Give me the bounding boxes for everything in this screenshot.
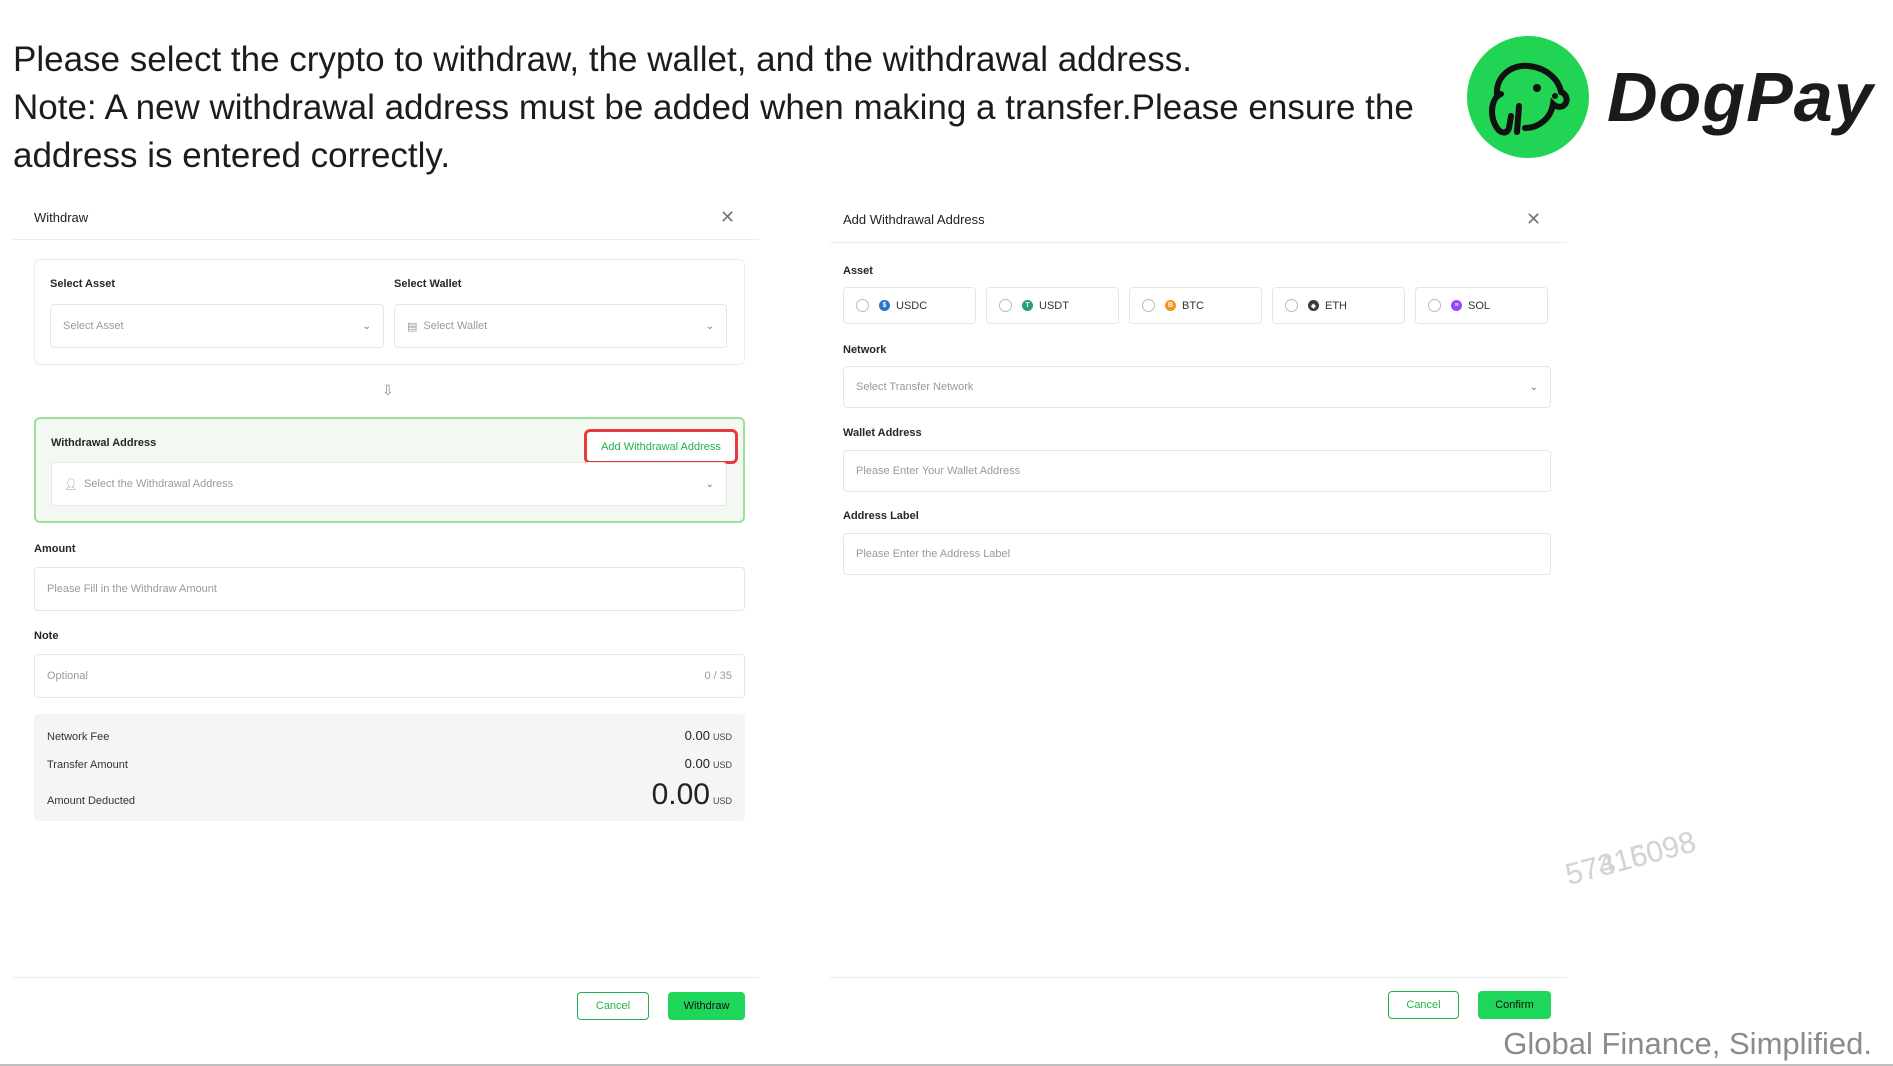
select-wallet-dropdown[interactable]: ▤ Select Wallet ⌄ [394, 304, 727, 348]
wallet-address-placeholder: Please Enter Your Wallet Address [856, 465, 1021, 477]
asset-option-usdc[interactable]: $ USDC [843, 287, 976, 324]
radio-icon [1428, 299, 1441, 312]
transfer-amount-label: Transfer Amount [47, 759, 128, 771]
divider [13, 977, 759, 978]
chevron-down-icon: ⌄ [1529, 381, 1538, 393]
network-fee-value: 0.00 [684, 728, 710, 743]
amount-deducted-unit: USD [712, 796, 732, 806]
radio-icon [856, 299, 869, 312]
select-asset-placeholder: Select Asset [63, 320, 124, 332]
amount-label: Amount [34, 543, 76, 555]
address-label-label: Address Label [843, 510, 919, 522]
tagline: Global Finance, Simplified. [1503, 1026, 1872, 1061]
brand-name: DogPay [1607, 58, 1874, 136]
withdrawal-address-placeholder: Select the Withdrawal Address [83, 478, 234, 490]
instructions-line-3: address is entered correctly. [13, 136, 451, 175]
watermark-text-b: 57416098 [1562, 825, 1700, 892]
select-asset-label: Select Asset [50, 278, 116, 290]
add-withdrawal-address-button[interactable]: Add Withdrawal Address [584, 429, 738, 464]
note-char-counter: 0 / 35 [704, 670, 732, 682]
network-placeholder: Select Transfer Network [856, 381, 974, 393]
network-fee-row: Network Fee 0.00 USD [47, 728, 732, 743]
usdc-coin-icon: $ [879, 300, 890, 311]
transfer-amount-unit: USD [712, 760, 732, 770]
network-fee-label: Network Fee [47, 731, 110, 743]
select-wallet-placeholder: Select Wallet [423, 320, 488, 332]
network-fee-unit: USD [712, 732, 732, 742]
transfer-amount-value: 0.00 [684, 756, 710, 771]
note-label: Note [34, 630, 59, 642]
amount-deducted-row: Amount Deducted 0.00 USD [47, 778, 732, 812]
wallet-address-input[interactable]: Please Enter Your Wallet Address [843, 450, 1551, 492]
asset-option-usdt[interactable]: T USDT [986, 287, 1119, 324]
amount-deducted-value: 0.00 [651, 778, 710, 811]
network-label: Network [843, 344, 887, 356]
user-icon: 👤︎ [64, 478, 78, 491]
amount-placeholder: Please Fill in the Withdraw Amount [47, 583, 217, 595]
chevron-down-icon: ⌄ [705, 478, 714, 490]
note-input[interactable]: Optional 0 / 35 [34, 654, 745, 698]
asset-option-label: USDC [896, 299, 928, 312]
close-icon[interactable]: ✕ [1526, 210, 1541, 228]
asset-option-btc[interactable]: B BTC [1129, 287, 1262, 324]
brand-logo-group: DogPay [1467, 36, 1874, 158]
asset-option-label: SOL [1468, 299, 1491, 312]
asset-option-label: ETH [1325, 299, 1347, 312]
confirm-button[interactable]: Confirm [1478, 991, 1551, 1019]
instructions-text: Please select the crypto to withdraw, th… [13, 36, 1433, 180]
close-icon[interactable]: ✕ [720, 208, 735, 226]
wallet-address-label: Wallet Address [843, 427, 922, 439]
amount-deducted-label: Amount Deducted [47, 795, 136, 807]
asset-option-label: USDT [1039, 299, 1069, 312]
asset-option-label: BTC [1182, 299, 1204, 312]
cancel-button[interactable]: Cancel [577, 992, 649, 1020]
amount-input[interactable]: Please Fill in the Withdraw Amount [34, 567, 745, 611]
instructions-line-2: Note: A new withdrawal address must be a… [13, 88, 1414, 127]
network-dropdown[interactable]: Select Transfer Network ⌄ [843, 366, 1551, 408]
arrow-down-icon: ⇩ [382, 382, 394, 398]
select-wallet-label: Select Wallet [394, 278, 462, 290]
sol-coin-icon: ≡ [1451, 300, 1462, 311]
select-asset-dropdown[interactable]: Select Asset ⌄ [50, 304, 384, 348]
withdrawal-address-dropdown[interactable]: 👤︎ Select the Withdrawal Address ⌄ [51, 462, 727, 506]
divider [830, 242, 1567, 243]
radio-icon [999, 299, 1012, 312]
add-address-dialog-title: Add Withdrawal Address [843, 212, 985, 227]
chevron-down-icon: ⌄ [362, 320, 371, 332]
instructions-line-1: Please select the crypto to withdraw, th… [13, 40, 1192, 79]
btc-coin-icon: B [1165, 300, 1176, 311]
radio-icon [1142, 299, 1155, 312]
cancel-button[interactable]: Cancel [1388, 991, 1459, 1019]
withdraw-dialog-title: Withdraw [34, 210, 89, 225]
eth-coin-icon: ◆ [1308, 300, 1319, 311]
dog-face-icon [1467, 36, 1589, 158]
withdraw-button[interactable]: Withdraw [668, 992, 745, 1020]
chevron-down-icon: ⌄ [705, 320, 714, 332]
fee-summary: Network Fee 0.00 USD Transfer Amount 0.00… [34, 714, 745, 821]
asset-label: Asset [843, 265, 873, 277]
address-label-input[interactable]: Please Enter the Address Label [843, 533, 1551, 575]
address-label-placeholder: Please Enter the Address Label [856, 548, 1011, 560]
note-placeholder: Optional [47, 670, 88, 682]
asset-option-sol[interactable]: ≡ SOL [1415, 287, 1548, 324]
withdrawal-address-label: Withdrawal Address [51, 437, 157, 449]
radio-icon [1285, 299, 1298, 312]
divider [830, 977, 1567, 978]
transfer-amount-row: Transfer Amount 0.00 USD [47, 756, 732, 771]
wallet-icon: ▤ [407, 320, 418, 333]
divider [13, 239, 759, 240]
asset-option-eth[interactable]: ◆ ETH [1272, 287, 1405, 324]
usdt-coin-icon: T [1022, 300, 1033, 311]
